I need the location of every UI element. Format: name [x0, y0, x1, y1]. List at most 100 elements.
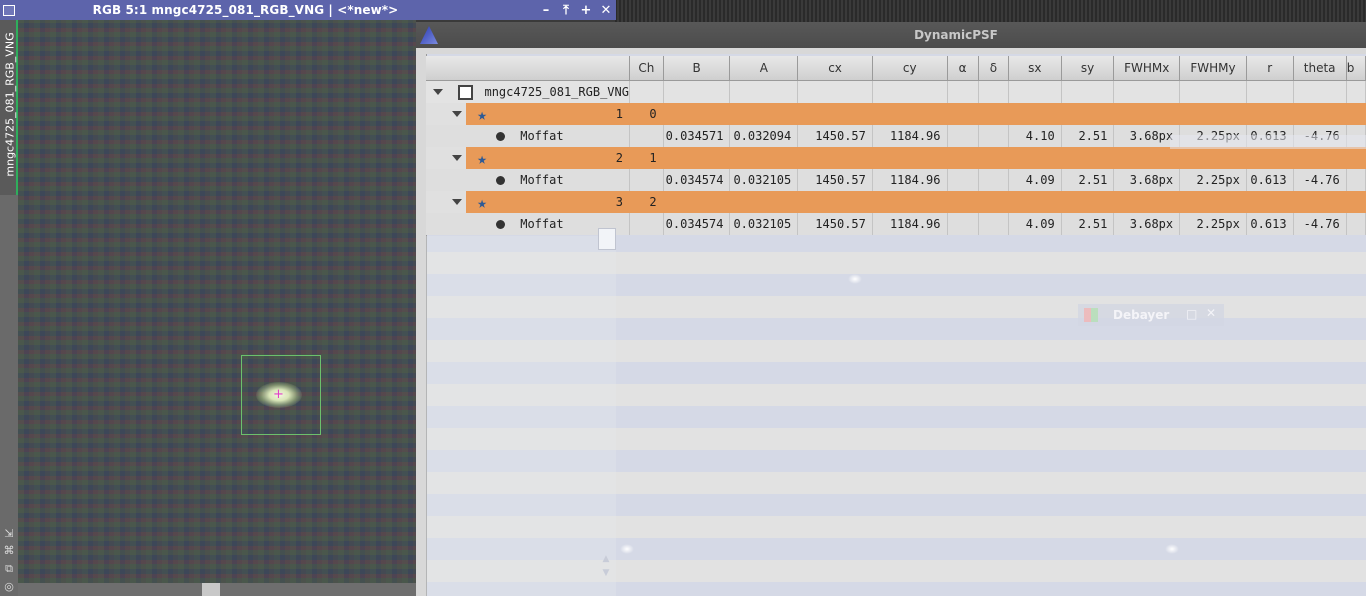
fit-bullet-icon	[496, 219, 505, 229]
expand-triangle-icon[interactable]	[452, 199, 462, 205]
debayer-ghost-window[interactable]: Debayer □ ✕	[1078, 304, 1224, 326]
cell-a: 0.032094	[729, 125, 799, 147]
cell-cx: 1450.57	[797, 169, 873, 191]
image-row-label: mngc4725_081_RGB_VNG	[484, 85, 629, 99]
dynamicpsf-titlebar[interactable]: DynamicPSF	[416, 22, 1366, 48]
image-window-titlebar[interactable]: RGB 5:1 mngc4725_081_RGB_VNG | <*new*> –…	[0, 0, 616, 20]
fit-view-icon[interactable]: ⌘	[2, 544, 16, 558]
cell-sx: 4.10	[1008, 125, 1062, 147]
debayer-maximize-button[interactable]: □	[1186, 307, 1197, 321]
star-channel: 1	[629, 147, 664, 169]
star-icon: ★	[477, 104, 487, 124]
image-window-title: RGB 5:1 mngc4725_081_RGB_VNG | <*new*>	[92, 3, 399, 17]
cell-r: 0.613	[1246, 169, 1294, 191]
image-canvas[interactable]	[18, 20, 416, 583]
window-menu-icon[interactable]	[3, 4, 15, 16]
fit-function: Moffat	[520, 129, 564, 144]
cell-fwhmx: 3.68px	[1113, 169, 1181, 191]
star-row[interactable]: ★ 2 1	[426, 147, 1366, 169]
expand-triangle-icon[interactable]	[452, 155, 462, 161]
cell-delta	[978, 169, 1010, 191]
cell-sy: 2.51	[1061, 213, 1115, 235]
cell-fwhmx: 3.68px	[1113, 213, 1181, 235]
expand-triangle-icon[interactable]	[452, 111, 462, 117]
column-header-b[interactable]: B	[663, 56, 731, 81]
dynamicpsf-title: DynamicPSF	[914, 28, 998, 42]
horizontal-scrollbar[interactable]	[18, 583, 416, 596]
column-header-theta[interactable]: theta	[1293, 56, 1347, 81]
ghost-window-bar	[1170, 135, 1366, 149]
cell-theta: -4.76	[1293, 169, 1347, 191]
column-header-sy[interactable]: sy	[1061, 56, 1115, 81]
cell-delta	[978, 213, 1010, 235]
cell-sx: 4.09	[1008, 213, 1062, 235]
tree-overlay	[426, 236, 616, 596]
cell-cy: 1184.96	[872, 213, 948, 235]
target-icon[interactable]: ◎	[2, 580, 16, 594]
cell-b: 0.034574	[663, 213, 731, 235]
cell-a: 0.032105	[729, 169, 799, 191]
fit-row[interactable]: Moffat 0.034574 0.032105 1450.57 1184.96…	[426, 213, 1366, 235]
image-side-tab[interactable]: mngc4725_081_RGB_VNG	[0, 20, 18, 195]
maximize-button[interactable]: +	[576, 3, 596, 18]
cell-theta: -4.76	[1293, 213, 1347, 235]
cell-r: 0.613	[1246, 213, 1294, 235]
star-channel: 2	[629, 191, 664, 213]
column-header-ch[interactable]: Ch	[629, 56, 664, 81]
cell-sx: 4.09	[1008, 169, 1062, 191]
fit-function: Moffat	[520, 217, 564, 232]
cell-b: 0.034574	[663, 169, 731, 191]
cell-alpha	[947, 125, 979, 147]
cell-a: 0.032105	[729, 213, 799, 235]
desktop-background	[615, 0, 1366, 22]
star-index: 3	[615, 195, 623, 209]
cell-delta	[978, 125, 1010, 147]
cell-cx: 1450.57	[797, 125, 873, 147]
column-header-sx[interactable]: sx	[1008, 56, 1062, 81]
fit-function: Moffat	[520, 173, 564, 188]
star-channel: 0	[629, 103, 664, 125]
cell-cx: 1450.57	[797, 213, 873, 235]
column-header-alpha[interactable]: α	[947, 56, 979, 81]
debayer-close-button[interactable]: ✕	[1206, 306, 1216, 320]
column-header-fwhmx[interactable]: FWHMx	[1113, 56, 1181, 81]
column-header-tree[interactable]	[426, 56, 630, 81]
cell-cy: 1184.96	[872, 169, 948, 191]
star-row[interactable]: ★ 3 2	[426, 191, 1366, 213]
column-header-fwhmy[interactable]: FWHMy	[1179, 56, 1247, 81]
star-icon: ★	[477, 148, 487, 168]
cell-fwhmy: 2.25px	[1179, 213, 1247, 235]
vertical-scrollbar-thumb[interactable]	[598, 228, 616, 250]
scrollbar-thumb[interactable]	[202, 583, 220, 596]
debayer-icon	[1084, 308, 1098, 322]
star-row[interactable]: ★ 1 0	[426, 103, 1366, 125]
image-row[interactable]: mngc4725_081_RGB_VNG	[426, 80, 1366, 103]
shade-button[interactable]: ⤒	[556, 3, 576, 18]
clone-view-icon[interactable]: ⧉	[2, 562, 16, 576]
fit-row[interactable]: Moffat 0.034574 0.032105 1450.57 1184.96…	[426, 169, 1366, 191]
view-checkbox[interactable]	[458, 84, 474, 100]
centroid-cross-icon: +	[273, 387, 284, 402]
expand-triangle-icon[interactable]	[433, 89, 443, 95]
scroll-arrows[interactable]: ▲ ▼	[598, 552, 614, 580]
column-header-cy[interactable]: cy	[872, 56, 948, 81]
star-icon: ★	[477, 192, 487, 212]
cell-sy: 2.51	[1061, 169, 1115, 191]
star-glow	[620, 544, 634, 554]
fit-bullet-icon	[496, 175, 505, 185]
column-header-beta[interactable]: b	[1346, 56, 1366, 81]
minimize-button[interactable]: –	[536, 3, 556, 18]
cell-b: 0.034571	[663, 125, 731, 147]
image-window: mngc4725_081_RGB_VNG ⇲ ⌘ ⧉ ◎ +	[0, 0, 416, 596]
column-header-cx[interactable]: cx	[797, 56, 873, 81]
table-header: Ch B A cx cy α δ sx sy FWHMx FWHMy r the…	[426, 56, 1366, 81]
close-button[interactable]: ✕	[596, 3, 616, 18]
cell-alpha	[947, 213, 979, 235]
star-glow	[848, 274, 862, 284]
column-header-r[interactable]: r	[1246, 56, 1294, 81]
zoom-to-fit-icon[interactable]: ⇲	[2, 527, 16, 541]
image-side-tab-label: mngc4725_081_RGB_VNG	[3, 32, 17, 177]
column-header-delta[interactable]: δ	[978, 56, 1010, 81]
column-header-a[interactable]: A	[729, 56, 799, 81]
star-index: 2	[615, 151, 623, 165]
